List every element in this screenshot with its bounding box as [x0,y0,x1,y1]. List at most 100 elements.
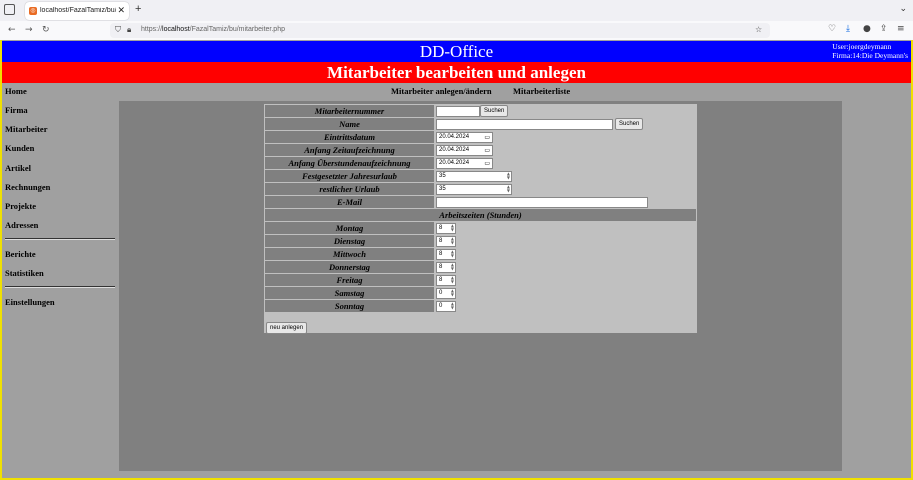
form-row-day: Freitag 8 ▲ ▼ [264,274,697,286]
hours-value: 8 [439,264,443,270]
sidebar-item-kunden[interactable]: Kunden [5,143,34,153]
spinner-icon[interactable]: ▲ ▼ [451,289,454,297]
extensions-icon[interactable]: ⇪ [880,24,888,34]
spinner-icon[interactable]: ▲ ▼ [451,237,454,245]
user-line: User:joergdeymann [832,42,892,51]
hours-value: 0 [439,290,443,296]
user-info: User:joergdeymann Firma:14:Die Deymann's [832,42,908,60]
sidebar-item-home[interactable]: Home [5,86,27,96]
hours-input-freitag[interactable]: 8 ▲ ▼ [436,275,456,286]
lock-icon: 🔒︎ [127,25,132,34]
browser-nav-bar: ← → ↻ ⛉ 🔒︎ https://localhost/FazalTamiz/… [0,21,913,41]
spinner-icon[interactable]: ▲ ▼ [451,263,454,271]
resturlaub-input[interactable]: 35 ▲ ▼ [436,184,512,195]
bookmark-star-icon[interactable]: ☆ [755,25,762,34]
eintrittsdatum-input[interactable]: 20.04.2024 ▭ [436,132,493,143]
form-row-day: Montag 8 ▲ ▼ [264,222,697,234]
sidebar-item-mitarbeiter[interactable]: Mitarbeiter [5,124,47,134]
form-row-mitarbeiternummer: Mitarbeiternummer Suchen [264,105,697,117]
day-label-dienstag: Dienstag [265,235,434,247]
spinner-icon[interactable]: ▲ ▼ [451,224,454,232]
zeitaufzeichnung-input[interactable]: 20.04.2024 ▭ [436,145,493,156]
sidebar-item-firma[interactable]: Firma [5,105,28,115]
name-input[interactable] [436,119,613,130]
calendar-icon[interactable]: ▭ [484,133,490,142]
jahresurlaub-label: Festgesetzter Jahresurlaub [265,170,434,182]
ueberstunden-input[interactable]: 20.04.2024 ▭ [436,158,493,169]
url-bar[interactable]: ⛉ 🔒︎ https://localhost/FazalTamiz/bu/mit… [110,23,770,38]
spinner-icon[interactable]: ▲ ▼ [507,172,510,180]
neu-anlegen-button[interactable]: neu anlegen [266,322,308,334]
email-label: E-Mail [265,196,434,208]
zeitaufzeichnung-label: Anfang Zeitaufzeichnung [265,144,434,156]
url-text: https://localhost/FazalTamiz/bu/mitarbei… [141,26,285,33]
jahresurlaub-input[interactable]: 35 ▲ ▼ [436,171,512,182]
form-row-email: E-Mail [264,196,697,208]
chevron-down-icon[interactable]: ⌄ [899,4,907,14]
browser-tab[interactable]: ◎ localhost/FazalTamiz/bu/mitarb ✕ [25,2,129,20]
back-icon[interactable]: ← [8,25,16,35]
form-row-eintrittsdatum: Eintrittsdatum 20.04.2024 ▭ [264,131,697,143]
forward-icon[interactable]: → [25,25,33,35]
hours-input-mittwoch[interactable]: 8 ▲ ▼ [436,249,456,260]
form-row-day: Samstag 0 ▲ ▼ [264,287,697,299]
spinner-icon[interactable]: ▲ ▼ [451,250,454,258]
eintrittsdatum-label: Eintrittsdatum [265,131,434,143]
page-title: Mitarbeiter bearbeiten und anlegen [327,63,586,82]
spinner-icon[interactable]: ▲ ▼ [451,276,454,284]
nav-link-mitarbeiter-anlegen[interactable]: Mitarbeiter anlegen/ändern [391,86,492,96]
email-input[interactable] [436,197,648,208]
form-row-day: Donnerstag 8 ▲ ▼ [264,261,697,273]
download-icon[interactable]: ⤓ [846,24,850,34]
mitarbeiternummer-input[interactable] [436,106,480,117]
day-label-samstag: Samstag [265,287,434,299]
app-title: DD-Office [419,42,494,61]
menu-icon[interactable]: ≡ [897,24,905,34]
pocket-icon[interactable]: ♡ [828,24,836,34]
eintrittsdatum-value: 20.04.2024 [439,134,470,140]
account-icon[interactable]: ● [863,24,871,34]
close-tab-icon[interactable]: ✕ [117,5,125,16]
favicon-icon: ◎ [29,7,37,15]
hours-input-samstag[interactable]: 0 ▲ ▼ [436,288,456,299]
hours-input-dienstag[interactable]: 8 ▲ ▼ [436,236,456,247]
sidebar-item-statistiken[interactable]: Statistiken [5,268,44,278]
page: DD-Office User:joergdeymann Firma:14:Die… [0,40,913,480]
hours-value: 8 [439,277,443,283]
sidebar-item-adressen[interactable]: Adressen [5,220,38,230]
main-content: Mitarbeiternummer Suchen Name Suchen Ein… [119,101,842,471]
sidebar-item-einstellungen[interactable]: Einstellungen [5,297,55,307]
jahresurlaub-value: 35 [439,173,446,179]
day-label-montag: Montag [265,222,434,234]
employee-form: Mitarbeiternummer Suchen Name Suchen Ein… [264,104,697,334]
sidebar-item-projekte[interactable]: Projekte [5,201,36,211]
arbeitszeiten-header: Arbeitszeiten (Stunden) [265,209,696,221]
search-name-button[interactable]: Suchen [615,118,644,130]
reload-icon[interactable]: ↻ [42,25,50,35]
hours-input-montag[interactable]: 8 ▲ ▼ [436,223,456,234]
zeitaufzeichnung-value: 20.04.2024 [439,147,470,153]
spinner-icon[interactable]: ▲ ▼ [451,302,454,310]
sidebar-item-artikel[interactable]: Artikel [5,163,31,173]
new-tab-button[interactable]: + [135,3,141,15]
hours-value: 8 [439,225,443,231]
sidebar-item-rechnungen[interactable]: Rechnungen [5,182,50,192]
hours-value: 0 [439,303,443,309]
spinner-icon[interactable]: ▲ ▼ [507,185,510,193]
shield-icon: ⛉ [115,25,121,34]
form-row-day: Sonntag 0 ▲ ▼ [264,300,697,312]
day-label-mittwoch: Mittwoch [265,248,434,260]
calendar-icon[interactable]: ▭ [484,159,490,168]
form-row-name: Name Suchen [264,118,697,130]
tab-list-icon[interactable] [4,4,15,15]
search-number-button[interactable]: Suchen [480,105,509,117]
sidebar-item-berichte[interactable]: Berichte [5,249,36,259]
hours-value: 8 [439,238,443,244]
app-header: DD-Office User:joergdeymann Firma:14:Die… [2,41,911,62]
hours-input-sonntag[interactable]: 0 ▲ ▼ [436,301,456,312]
day-label-donnerstag: Donnerstag [265,261,434,273]
ueberstunden-value: 20.04.2024 [439,160,470,166]
hours-input-donnerstag[interactable]: 8 ▲ ▼ [436,262,456,273]
nav-link-mitarbeiterliste[interactable]: Mitarbeiterliste [513,86,570,96]
calendar-icon[interactable]: ▭ [484,146,490,155]
